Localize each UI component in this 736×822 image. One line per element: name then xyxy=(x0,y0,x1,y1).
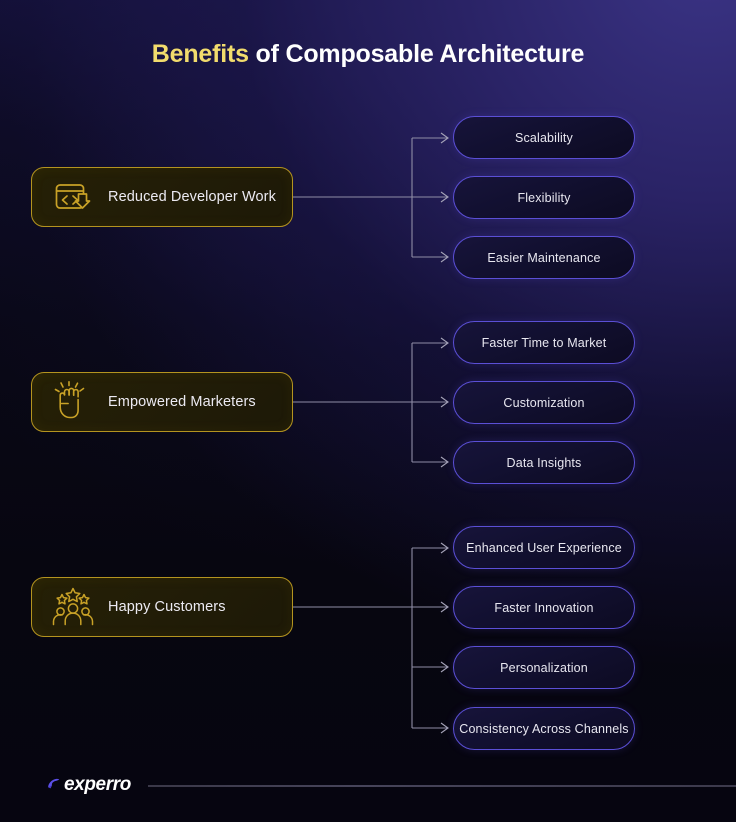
benefit-pill[interactable]: Data Insights xyxy=(453,441,635,484)
page-title: Benefits of Composable Architecture xyxy=(0,40,736,69)
category-label: Happy Customers xyxy=(108,599,226,615)
code-window-download-icon xyxy=(50,176,96,218)
benefit-pill[interactable]: Easier Maintenance xyxy=(453,236,635,279)
category-label: Empowered Marketers xyxy=(108,394,256,410)
benefit-pill[interactable]: Flexibility xyxy=(453,176,635,219)
benefit-pill[interactable]: Scalability xyxy=(453,116,635,159)
experro-logo-mark-icon xyxy=(46,777,63,794)
title-rest: of Composable Architecture xyxy=(248,40,585,68)
footer-logo[interactable]: experro xyxy=(46,772,131,798)
raised-fist-icon xyxy=(50,381,96,423)
category-box-empowered-marketers[interactable]: Empowered Marketers xyxy=(31,372,293,432)
benefit-pill[interactable]: Faster Time to Market xyxy=(453,321,635,364)
benefit-pill[interactable]: Enhanced User Experience xyxy=(453,526,635,569)
benefit-pill[interactable]: Personalization xyxy=(453,646,635,689)
category-box-happy-customers[interactable]: Happy Customers xyxy=(31,577,293,637)
benefit-pill[interactable]: Customization xyxy=(453,381,635,424)
category-label: Reduced Developer Work xyxy=(108,189,276,205)
people-with-stars-icon xyxy=(50,586,96,628)
category-box-reduced-developer-work[interactable]: Reduced Developer Work xyxy=(31,167,293,227)
benefit-pill[interactable]: Faster Innovation xyxy=(453,586,635,629)
footer-divider xyxy=(148,785,736,787)
infographic-canvas: Benefits of Composable Architecture Redu… xyxy=(0,0,736,822)
benefit-pill[interactable]: Consistency Across Channels xyxy=(453,707,635,750)
title-accent: Benefits xyxy=(151,40,249,68)
footer-brand-name: experro xyxy=(64,774,131,795)
